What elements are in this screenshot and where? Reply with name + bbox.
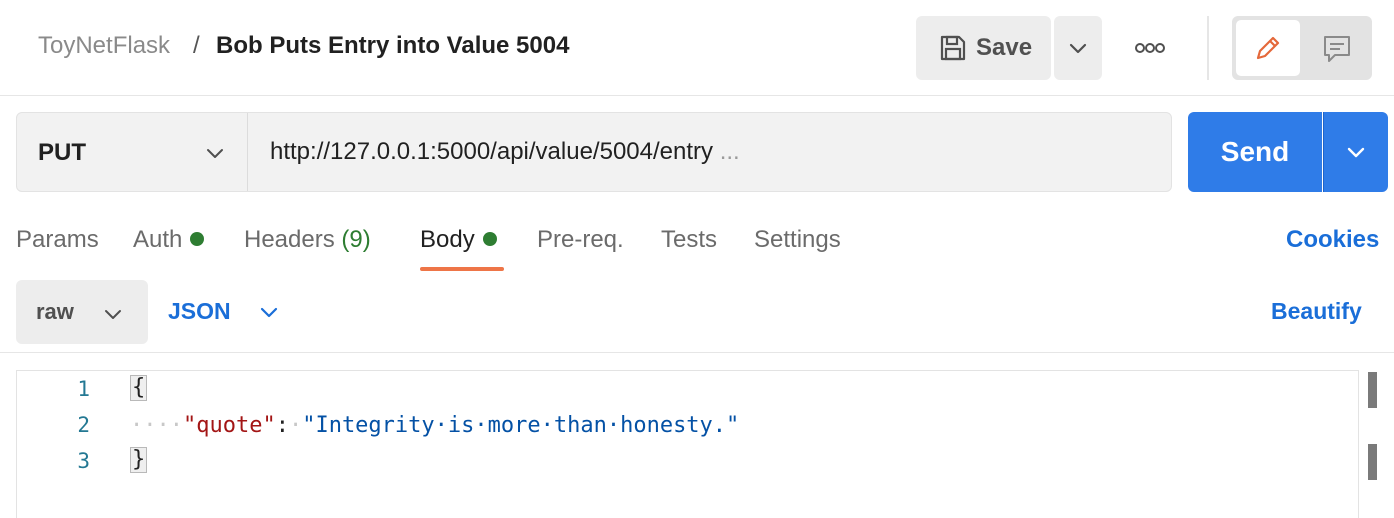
chevron-down-icon [1347,147,1365,158]
tab-params[interactable]: Params [16,226,99,254]
beautify-button[interactable]: Beautify [1271,298,1362,325]
line-number: 1 [77,377,90,401]
tab-settings[interactable]: Settings [754,226,841,254]
header-divider [1207,16,1209,80]
line-number: 2 [77,413,90,437]
options-separator-line [0,352,1394,353]
url-input[interactable]: http://127.0.0.1:5000/api/value/5004/ent… [270,138,740,166]
comment-icon [1324,36,1350,62]
tab-body[interactable]: Body [420,226,497,254]
cookies-link[interactable]: Cookies [1286,226,1379,254]
json-key: "quote" [182,413,276,438]
request-title[interactable]: Bob Puts Entry into Value 5004 [216,32,569,60]
code-line-3: } [130,447,148,473]
save-options-dropdown[interactable] [1054,16,1102,80]
tab-tests[interactable]: Tests [661,226,717,254]
more-horizontal-icon [1135,43,1165,53]
header-separator-line [0,95,1394,96]
more-actions-button[interactable] [1124,28,1176,68]
chevron-down-icon[interactable] [258,302,280,322]
body-code-editor[interactable] [16,370,1358,518]
headers-count: (9) [341,226,371,253]
tab-body-label: Body [420,226,475,253]
url-overflow-indicator: ... [719,138,740,165]
method-selector[interactable]: PUT [17,113,248,191]
chevron-down-icon [105,310,121,319]
code-line-2: ····"quote":·"Integrity·is·more·than·hon… [130,413,740,438]
tab-auth[interactable]: Auth [133,226,205,254]
indent-whitespace: ···· [130,413,183,438]
edit-mode-button[interactable] [1236,20,1300,76]
auth-status-dot [190,231,205,246]
pencil-icon [1256,36,1280,60]
active-tab-indicator [420,267,504,271]
code-line-1: { [130,375,148,401]
request-url-bar: PUT http://127.0.0.1:5000/api/value/5004… [16,112,1172,192]
send-options-dropdown[interactable] [1323,112,1388,192]
tab-auth-label: Auth [133,226,183,253]
scrollbar-marker [1368,372,1377,408]
editor-scroll-track [1358,370,1359,518]
body-status-dot [482,231,497,246]
view-toggle-group [1232,16,1372,80]
tab-headers-label: Headers [244,226,335,253]
comments-button[interactable] [1304,20,1368,76]
tab-prereq[interactable]: Pre-req. [537,226,624,254]
url-value: http://127.0.0.1:5000/api/value/5004/ent… [270,138,714,165]
tab-headers[interactable]: Headers (9) [244,226,371,254]
json-colon: : [275,413,289,438]
line-number: 3 [77,449,90,473]
breadcrumb-collection[interactable]: ToyNetFlask [38,32,170,60]
scrollbar-marker [1368,444,1377,480]
chevron-down-icon [1069,43,1087,54]
floppy-disk-icon [940,35,966,61]
save-button[interactable]: Save [916,16,1051,80]
chevron-down-icon [207,149,223,158]
body-mode-label: raw [36,299,74,324]
save-button-label: Save [976,34,1033,61]
open-brace: { [130,375,148,401]
method-label: PUT [38,139,86,166]
close-brace: } [130,447,148,473]
body-language-dropdown[interactable]: JSON [168,298,231,325]
json-value: "Integrity·is·more·than·honesty." [302,413,740,438]
send-button[interactable]: Send [1188,112,1322,192]
body-mode-dropdown[interactable]: raw [16,280,148,344]
breadcrumb-separator: / [193,32,200,59]
send-button-label: Send [1220,136,1290,167]
